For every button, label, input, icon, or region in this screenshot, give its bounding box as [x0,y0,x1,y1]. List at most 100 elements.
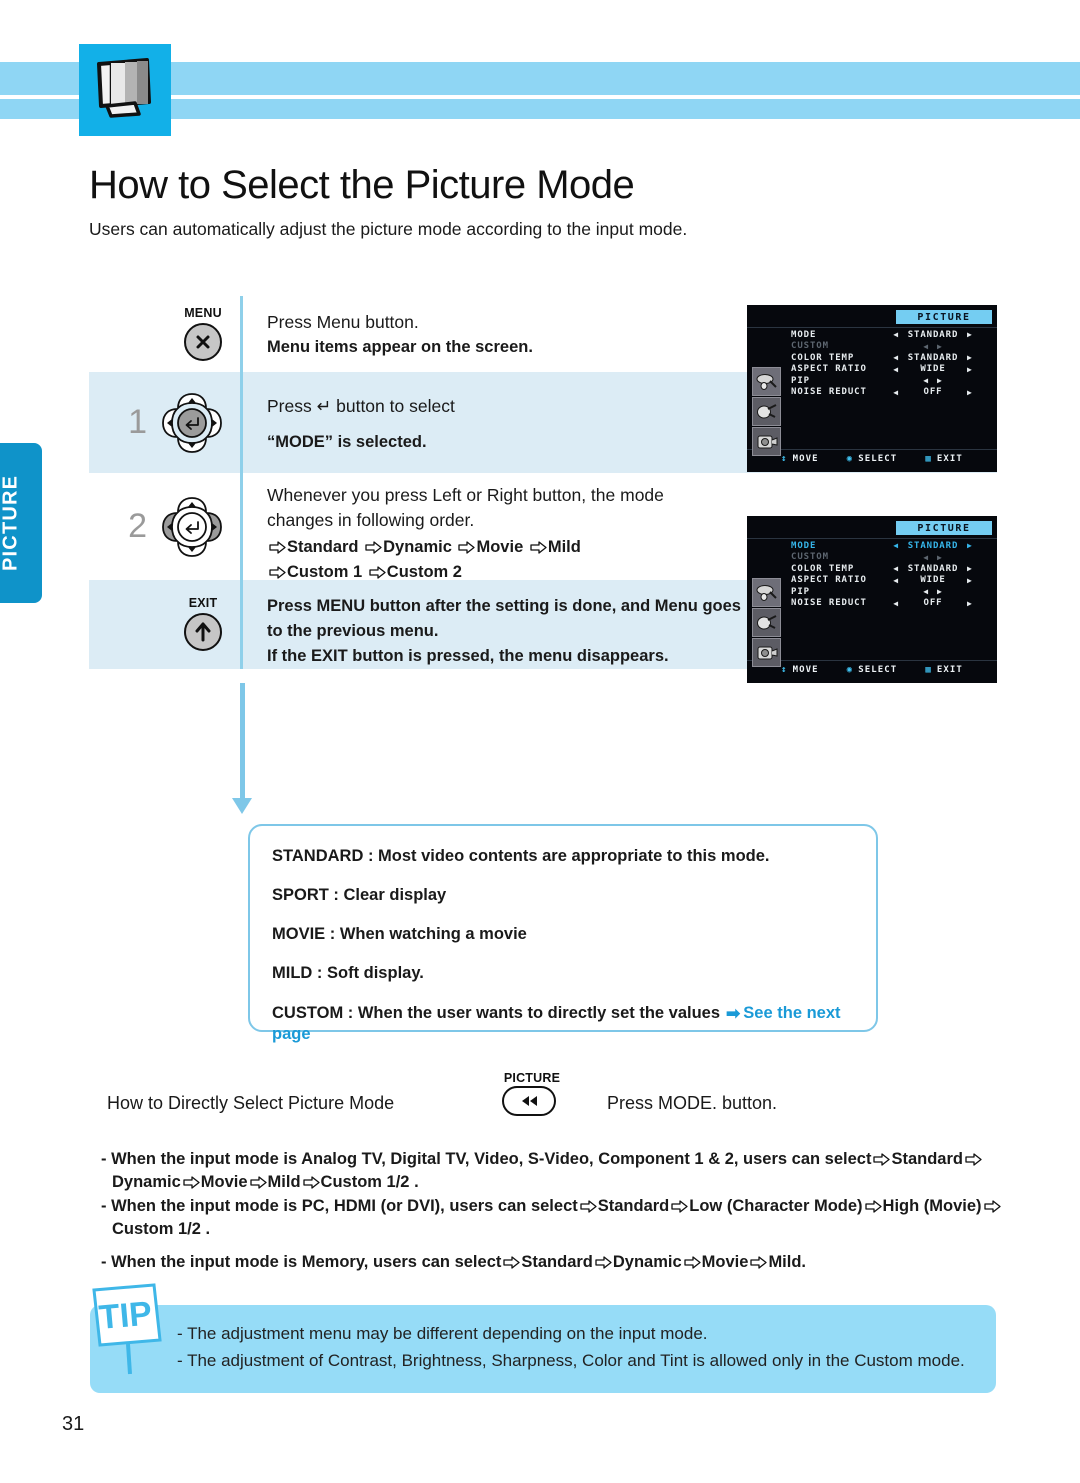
osd-row-mode[interactable]: MODE ◀ STANDARD ▶ [791,329,991,341]
osd-row-aspect-ratio[interactable]: ASPECT RATIO ◀ WIDE ▶ [791,575,991,587]
hollow-arrow-icon [369,566,386,579]
hollow-arrow-icon [458,541,476,554]
osd-row-color-temp[interactable]: COLOR TEMP ◀ STANDARD ▶ [791,352,991,364]
osd-row-label: CUSTOM [791,341,829,352]
right-arrow-icon[interactable]: ▶ [967,353,973,362]
osd-row-control[interactable]: ◀ WIDE ▶ [877,575,989,585]
osd-row-control[interactable]: ◀ ▶ [877,553,989,562]
mode-option: Mild [267,1173,301,1191]
osd-footer-select: ◉ SELECT [847,454,898,464]
desc-line-custom: CUSTOM : When the user wants to directly… [272,1002,854,1045]
sidebar-tab-picture[interactable]: PICTURE [0,443,42,603]
osd-row-aspect-ratio[interactable]: ASPECT RATIO ◀ WIDE ▶ [791,364,991,376]
osd-row-control[interactable]: ◀ STANDARD ▶ [877,541,989,551]
left-arrow-icon[interactable]: ◀ [893,330,899,339]
sidebar-tab-label: PICTURE [0,474,22,572]
direct-select-row: How to Directly Select Picture Mode PICT… [107,1071,777,1116]
dpad-leftright-icon [162,496,222,557]
osd-row-control[interactable]: ◀ STANDARD ▶ [877,353,989,363]
osd-row-control[interactable]: ◀ ▶ [877,587,989,596]
picture-button[interactable] [502,1086,556,1116]
right-arrow-icon[interactable]: ▶ [937,342,943,351]
hollow-arrow-icon [750,1256,768,1269]
osd-row-control[interactable]: ◀ OFF ▶ [877,598,989,608]
right-arrow-icon[interactable]: ▶ [967,388,973,397]
osd-footer-select: ◉ SELECT [847,665,898,675]
left-arrow-icon[interactable]: ◀ [923,553,929,562]
osd-row-value: STANDARD [907,540,959,551]
updown-icon: ↕ [781,454,788,464]
exit-button[interactable] [184,612,222,651]
rewind-icon [522,1096,537,1106]
desc-line: STANDARD : Most video contents are appro… [272,847,770,865]
osd-footer-label: SELECT [858,454,898,464]
leftright-icon: ◉ [846,665,854,675]
right-arrow-icon[interactable]: ▶ [967,365,973,374]
osd-row-control[interactable]: ◀ STANDARD ▶ [877,330,989,340]
osd-row-value: STANDARD [907,352,959,363]
osd-row-noise-reduct[interactable]: NOISE REDUCT ◀ OFF ▶ [791,387,991,399]
left-arrow-icon[interactable]: ◀ [893,388,899,397]
page-title: How to Select the Picture Mode [89,163,635,207]
osd-row-custom[interactable]: CUSTOM ◀ ▶ [791,341,991,353]
menu-button-label: MENU [184,306,222,320]
osd-row-pip[interactable]: PIP ◀ ▶ [791,375,991,387]
osd-footer-label: EXIT [936,454,963,464]
osd-row-control[interactable]: ◀ ▶ [877,376,989,385]
connector-line [240,683,245,800]
osd-divider [747,660,997,661]
hollow-arrow-icon [965,1153,982,1166]
left-arrow-icon[interactable]: ◀ [893,599,899,608]
left-arrow-icon[interactable]: ◀ [923,342,929,351]
osd-sound-icon[interactable] [752,608,781,637]
up-arrow-icon [195,622,211,641]
hollow-arrow-icon [530,541,547,554]
osd-picture-icon[interactable] [752,578,781,607]
link-arrow-icon: ➡ [726,1004,741,1023]
right-arrow-icon[interactable]: ▶ [937,553,943,562]
right-arrow-icon[interactable]: ▶ [967,541,973,550]
osd-picture-icon[interactable] [752,367,781,396]
left-arrow-icon[interactable]: ◀ [893,564,899,573]
osd-footer-move: ↕ MOVE [781,454,819,464]
left-arrow-icon[interactable]: ◀ [893,541,899,550]
menu-button[interactable] [184,323,222,361]
bullet-list: - When the input mode is Analog TV, Digi… [101,1148,1031,1275]
exit-button-label: EXIT [188,595,218,610]
header-icon-box [79,44,171,136]
osd-row-control[interactable]: ◀ ▶ [877,342,989,351]
left-arrow-icon[interactable]: ◀ [923,376,929,385]
osd-row-label: COLOR TEMP [791,563,855,574]
osd-row-label: NOISE REDUCT [791,598,867,609]
hollow-arrow-icon [302,1176,320,1189]
left-arrow-icon[interactable]: ◀ [923,587,929,596]
mode-option: Dynamic [612,1253,682,1271]
page-subtitle: Users can automatically adjust the pictu… [89,219,688,239]
hollow-arrow-icon [580,1200,597,1213]
bullet-continuation: Dynamic Movie Mild Custom 1/2 . [101,1171,1031,1194]
osd-sound-icon[interactable] [752,397,781,426]
hollow-arrow-icon [671,1200,688,1213]
osd-row-custom[interactable]: CUSTOM ◀ ▶ [791,552,991,564]
left-arrow-icon[interactable]: ◀ [893,576,899,585]
left-arrow-icon[interactable]: ◀ [893,365,899,374]
osd-row-control[interactable]: ◀ STANDARD ▶ [877,564,989,574]
osd-row-value: WIDE [920,364,946,375]
right-arrow-icon[interactable]: ▶ [937,587,943,596]
osd-row-color-temp[interactable]: COLOR TEMP ◀ STANDARD ▶ [791,563,991,575]
osd-row-control[interactable]: ◀ WIDE ▶ [877,364,989,374]
dpad-enter-icon [162,392,222,453]
right-arrow-icon[interactable]: ▶ [967,564,973,573]
desc-line: MILD : Soft display. [272,964,424,982]
osd-row-pip[interactable]: PIP ◀ ▶ [791,586,991,598]
right-arrow-icon[interactable]: ▶ [937,376,943,385]
bullet-continuation: Custom 1/2 . [101,1218,1031,1241]
osd-row-mode-selected[interactable]: MODE ◀ STANDARD ▶ [791,540,991,552]
osd-row-control[interactable]: ◀ OFF ▶ [877,387,989,397]
right-arrow-icon[interactable]: ▶ [967,576,973,585]
osd-row-noise-reduct[interactable]: NOISE REDUCT ◀ OFF ▶ [791,598,991,610]
mode-description-box: STANDARD : Most video contents are appro… [248,824,878,1043]
right-arrow-icon[interactable]: ▶ [967,599,973,608]
left-arrow-icon[interactable]: ◀ [893,353,899,362]
right-arrow-icon[interactable]: ▶ [967,330,973,339]
